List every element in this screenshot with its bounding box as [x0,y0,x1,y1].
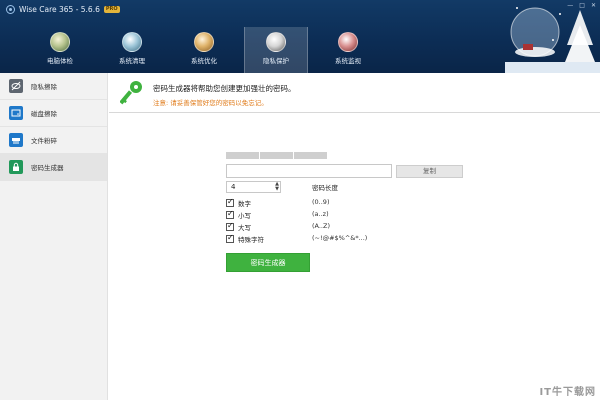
password-output-field[interactable] [226,164,392,178]
tab-system-optimize[interactable]: 系统优化 [172,27,236,73]
shredder-icon [9,133,23,147]
sidebar-item-label: 密码生成器 [31,164,64,172]
length-value: 4 [231,183,236,191]
strength-segment [260,152,293,159]
tab-label: 系统清理 [119,57,145,65]
tab-system-monitor[interactable]: 系统监视 [316,27,380,73]
tab-label: 电脑体检 [47,57,73,65]
tab-label: 系统优化 [191,57,217,65]
checkbox-special-chars[interactable] [226,233,234,243]
tab-checkup[interactable]: 电脑体检 [28,27,92,73]
option-lowercase[interactable]: 小写 [226,209,251,220]
strength-segment [226,152,259,159]
checkbox-lowercase[interactable] [226,209,234,219]
sidebar-item-password-generator[interactable]: 密码生成器 [0,154,107,181]
clean-icon [122,32,142,52]
sidebar-item-label: 文件粉碎 [31,137,57,145]
checkbox-digits[interactable] [226,197,234,207]
password-length-label: 密码长度 [312,184,338,192]
main-nav: 电脑体检 系统清理 系统优化 隐私保护 系统监视 [28,27,388,73]
checkbox-uppercase[interactable] [226,221,234,231]
lock-icon [9,160,23,174]
checkup-icon [50,32,70,52]
option-range: (a..z) [312,210,329,218]
option-range: (~!@#$%^&*...) [312,234,368,242]
pro-badge: PRO [103,5,120,13]
tab-label: 隐私保护 [263,57,289,65]
option-special-chars[interactable]: 特殊字符 [226,233,264,244]
sidebar-item-file-shredder[interactable]: 文件粉碎 [0,127,107,154]
key-icon [120,81,142,105]
tab-label: 系统监视 [335,57,361,65]
password-length-spinner[interactable]: 4 ▲ ▼ [226,181,281,193]
password-strength-bar [226,152,328,159]
option-label: 数字 [238,199,251,208]
sidebar-item-privacy-erase[interactable]: 隐私擦除 [0,73,107,100]
sidebar-item-disk-erase[interactable]: 磁盘擦除 [0,100,107,127]
monitor-icon [338,32,358,52]
option-digits[interactable]: 数字 [226,197,251,208]
banner-note: 注意: 请妥善保管好您的密码以免忘记。 [153,99,268,107]
privacy-icon [266,32,286,52]
option-range: (A..Z) [312,222,330,230]
optimize-icon [194,32,214,52]
app-logo-icon [6,4,15,14]
info-banner: 密码生成器将帮助您创建更加强壮的密码。 注意: 请妥善保管好您的密码以免忘记。 [109,73,600,113]
tab-privacy-protection[interactable]: 隐私保护 [244,27,308,73]
copy-button[interactable]: 复制 [396,165,463,178]
title-bar: Wise Care 365 - 5.6.6 PRO [6,3,120,15]
option-uppercase[interactable]: 大写 [226,221,251,232]
banner-title: 密码生成器将帮助您创建更加强壮的密码。 [153,84,296,93]
option-label: 特殊字符 [238,235,264,244]
strength-segment [294,152,327,159]
eye-slash-icon [9,79,23,93]
app-header: Wise Care 365 - 5.6.6 PRO — □ ✕ 电脑体检 系统清… [0,0,600,73]
sidebar: 隐私擦除 磁盘擦除 文件粉碎 密码生成器 [0,73,108,400]
option-label: 大写 [238,223,251,232]
app-title: Wise Care 365 - 5.6.6 [19,4,100,14]
generate-password-button[interactable]: 密码生成器 [226,253,310,272]
disk-icon [9,106,23,120]
sidebar-item-label: 磁盘擦除 [31,110,57,118]
watermark-logo: IT牛下载网 [539,387,596,398]
spinner-arrows-icon[interactable]: ▲ ▼ [275,182,279,192]
main-panel: 密码生成器将帮助您创建更加强壮的密码。 注意: 请妥善保管好您的密码以免忘记。 … [109,73,600,400]
option-range: (0..9) [312,198,330,206]
winter-decoration [505,7,600,73]
tab-system-clean[interactable]: 系统清理 [100,27,164,73]
option-label: 小写 [238,211,251,220]
sidebar-item-label: 隐私擦除 [31,83,57,91]
